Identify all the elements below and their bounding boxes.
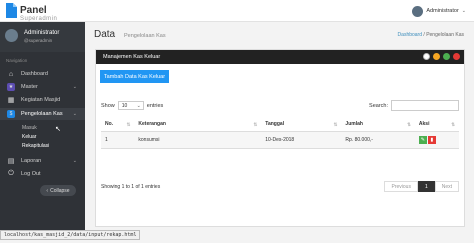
- sidebar-item-label: Laporan: [21, 158, 42, 164]
- sidebar-subitem-keluar[interactable]: Keluar: [22, 134, 36, 140]
- sidebar-item-dashboard[interactable]: ⌂ Dashboard: [0, 68, 85, 80]
- panel-title: Manajemen Kas Keluar: [103, 54, 161, 60]
- sidebar-subitem-masuk[interactable]: Masuk: [22, 125, 37, 131]
- sidebar-item-label: Pengelolaan Kas: [21, 111, 63, 117]
- sort-icon: ⇅: [407, 122, 411, 127]
- column-header-no[interactable]: No. ⇅: [101, 118, 135, 132]
- document-logo-icon[interactable]: [6, 3, 17, 18]
- sidebar-item-label: Master: [21, 84, 38, 90]
- sidebar-item-label: Kegiatan Masjid: [21, 97, 61, 103]
- pagination-previous[interactable]: Previous: [384, 181, 418, 192]
- breadcrumb: Dashboard / Pengelolaan Kas: [398, 32, 464, 38]
- column-header-aksi[interactable]: Aksi ⇅: [414, 118, 459, 132]
- sidebar-item-laporan[interactable]: ▤ Laporan ⌄: [0, 155, 85, 167]
- panel-close-icon[interactable]: [453, 53, 460, 60]
- sidebar-section-label: Navigation: [6, 58, 28, 63]
- table-header-row: No. ⇅ Keterangan ⇅ Tanggal ⇅ Jumlah ⇅ Aksi ⇅: [101, 118, 459, 132]
- browser-status-url: localhost/kas_masjid_2/data/input/rekap.…: [0, 230, 141, 240]
- search-input[interactable]: [391, 100, 459, 111]
- panel-expand-icon[interactable]: [443, 53, 450, 60]
- column-header-tanggal[interactable]: Tanggal ⇅: [261, 118, 342, 132]
- sidebar-user-name: Administrator: [24, 30, 60, 36]
- column-header-keterangan[interactable]: Keterangan ⇅: [134, 118, 262, 132]
- kas-keluar-table: No. ⇅ Keterangan ⇅ Tanggal ⇅ Jumlah ⇅ Aksi ⇅ …: [101, 118, 459, 149]
- pagination-next[interactable]: Next: [434, 181, 459, 192]
- collapse-button[interactable]: ‹ Collapse: [40, 185, 76, 196]
- avatar: [412, 5, 424, 17]
- panel-minimize-icon[interactable]: [433, 53, 440, 60]
- sort-icon: ⇅: [451, 122, 455, 127]
- panel-header: Manajemen Kas Keluar: [96, 50, 464, 64]
- chevron-down-icon: ⌄: [461, 8, 466, 14]
- mouse-cursor-icon: ↖: [55, 126, 61, 133]
- show-label: Show: [101, 102, 115, 109]
- main-content: Data Pengelolaan Kas Dashboard / Pengelo…: [85, 22, 474, 234]
- entries-label: entries: [146, 102, 164, 109]
- calendar-icon: ▦: [7, 97, 15, 104]
- panel-collapse-icon[interactable]: [423, 53, 430, 60]
- pagination-page[interactable]: 1: [417, 181, 435, 192]
- chevron-down-icon: ⌄: [72, 158, 77, 164]
- sort-icon: ⇅: [253, 122, 258, 127]
- cell-jumlah: Rp. 80.000,-: [341, 131, 415, 149]
- panel-controls: [423, 53, 460, 60]
- print-icon: ▤: [7, 158, 15, 165]
- search-label: Search:: [369, 102, 388, 109]
- page-title: Data: [94, 29, 116, 40]
- chevron-down-icon: ⌄: [72, 111, 77, 117]
- sidebar-user-panel: Administrator @superadmin: [0, 22, 85, 52]
- collapse-label: Collapse: [50, 187, 70, 194]
- master-icon: ★: [7, 83, 15, 91]
- pagination: Previous 1 Next: [384, 181, 459, 192]
- cash-icon: $: [7, 110, 15, 118]
- entries-select-value: 10: [121, 102, 128, 109]
- cell-no: 1: [101, 131, 135, 149]
- dashboard-icon: ⌂: [8, 70, 14, 78]
- sidebar-item-log-out[interactable]: ⏻ Log Out: [0, 168, 85, 180]
- chevron-left-icon: ‹: [46, 187, 49, 194]
- cell-tanggal: 10-Des-2018: [261, 131, 342, 149]
- column-header-jumlah[interactable]: Jumlah ⇅: [341, 118, 415, 132]
- sidebar: Administrator @superadmin Navigation ⌂ D…: [0, 22, 85, 234]
- breadcrumb-current: Pengelolaan Kas: [426, 32, 464, 38]
- edit-icon[interactable]: ✎: [418, 135, 427, 144]
- user-menu[interactable]: Administrator ⌄: [412, 5, 466, 17]
- entries-select[interactable]: 10 ⌄: [117, 101, 144, 110]
- cell-aksi: ✎ ▮: [414, 131, 459, 149]
- sidebar-item-kegiatan-masjid[interactable]: ▦ Kegiatan Masjid: [0, 94, 85, 106]
- sidebar-item-label: Dashboard: [21, 71, 48, 77]
- kas-keluar-panel: Manajemen Kas Keluar Tambah Data Kas Kel…: [95, 49, 465, 227]
- brand-title[interactable]: Panel: [20, 5, 47, 16]
- chevron-down-icon: ⌄: [72, 84, 77, 90]
- sidebar-item-pengelolaan-kas[interactable]: $ Pengelolaan Kas ⌄: [0, 108, 85, 120]
- sidebar-user-handle: @superadmin: [24, 38, 53, 43]
- add-kas-keluar-button[interactable]: Tambah Data Kas Keluar: [100, 70, 169, 83]
- sidebar-item-master[interactable]: ★ Master ⌄: [0, 81, 85, 93]
- page-subtitle: Pengelolaan Kas: [124, 33, 166, 39]
- avatar: [5, 29, 18, 42]
- top-navbar: Panel Superadmin Administrator ⌄: [0, 0, 474, 22]
- power-icon: ⏻: [8, 170, 14, 177]
- search-control: Search:: [369, 100, 459, 111]
- sidebar-subitem-rekapitulasi[interactable]: Rekapitulasi: [22, 143, 49, 149]
- table-info: Showing 1 to 1 of 1 entries: [101, 184, 161, 190]
- user-name: Administrator: [426, 8, 459, 14]
- sort-icon: ⇅: [126, 122, 131, 127]
- sort-icon: ⇅: [333, 122, 338, 127]
- cell-keterangan: konsumsi: [134, 131, 262, 149]
- chevron-down-icon: ⌄: [136, 102, 141, 109]
- table-row: 1 konsumsi 10-Des-2018 Rp. 80.000,- ✎ ▮: [101, 131, 459, 149]
- delete-icon[interactable]: ▮: [427, 135, 436, 144]
- sidebar-item-label: Log Out: [21, 171, 41, 177]
- entries-length-control: Show 10 ⌄ entries: [101, 101, 163, 110]
- breadcrumb-dashboard-link[interactable]: Dashboard: [398, 32, 422, 38]
